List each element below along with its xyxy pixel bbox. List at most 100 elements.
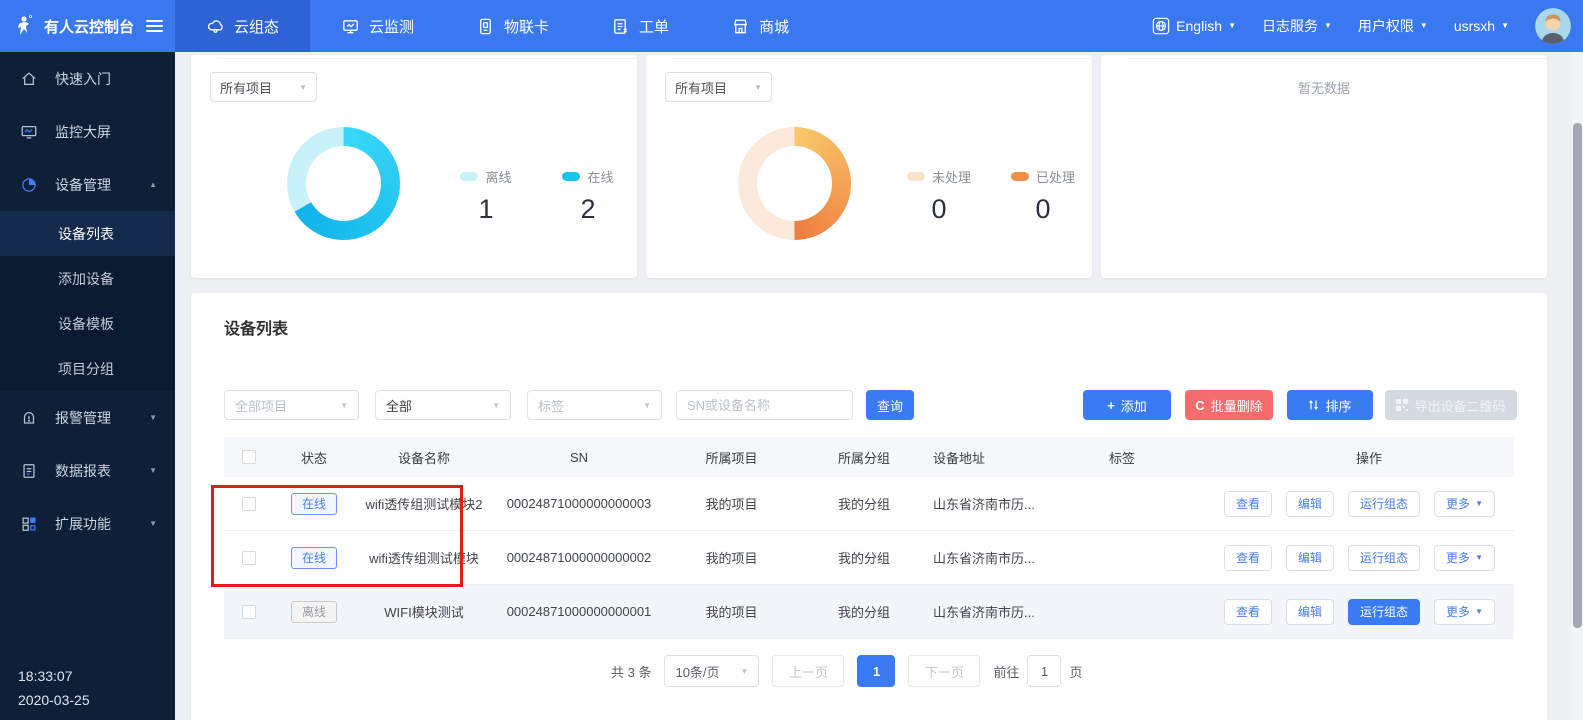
alarm-status-donut-chart [738,127,851,240]
hamburger-menu-icon[interactable] [146,20,163,32]
total-count: 共 3 条 [611,662,651,681]
status-badge: 离线 [291,601,337,623]
header-tag: 标签 [1089,448,1224,467]
sidebar: 快速入门 监控大屏 设备管理 ▲ 设备列表 添加设备 设备模板 [0,52,175,720]
device-sn: 00024871000000000001 [494,604,664,619]
sidebar-item-data-report[interactable]: 数据报表 ▼ [0,444,175,497]
nav-tabs: 云组态 云监测 物联卡 [175,0,820,52]
sim-card-icon [476,17,495,36]
clock-date: 2020-03-25 [18,688,90,712]
row-checkbox[interactable] [242,497,256,511]
chevron-down-icon: ▼ [492,401,500,410]
processed-count: 0 [1035,194,1050,225]
table-row: 在线 wifi透传组测试模块 00024871000000000002 我的项目… [224,531,1514,585]
scrollbar-thumb[interactable] [1573,123,1582,628]
legend-unprocessed: 未处理 0 [894,167,984,225]
alarm-status-card: 所有项目 ▼ 未处理 0 已处理 0 [646,55,1092,278]
avatar[interactable] [1535,8,1571,44]
sidebar-item-device-template[interactable]: 设备模板 [0,301,175,346]
device-table: 状态 设备名称 SN 所属项目 所属分组 设备地址 标签 操作 在线 wifi透… [224,437,1514,639]
row-checkbox[interactable] [242,605,256,619]
device-list-card: 设备列表 全部项目 ▼ 全部 ▼ 标签 ▼ 查询 + 添加 [191,293,1547,720]
add-device-button[interactable]: + 添加 [1083,390,1171,420]
tab-work-order[interactable]: 工单 [580,0,700,52]
project-filter-select[interactable]: 所有项目 ▼ [665,72,772,102]
run-scada-button[interactable]: 运行组态 [1348,545,1420,571]
main-content: 所有项目 ▼ 离线 1 在线 2 所有项目 ▼ [175,52,1583,720]
more-button[interactable]: 更多▼ [1434,545,1495,571]
tab-iot-card[interactable]: 物联卡 [445,0,580,52]
more-button[interactable]: 更多▼ [1434,491,1495,517]
status-badge: 在线 [291,547,337,569]
divider [672,58,1092,59]
language-dropdown[interactable]: English ▼ [1152,17,1236,35]
row-actions: 查看 编辑 运行组态 更多▼ [1224,491,1514,517]
chevron-down-icon: ▼ [754,83,762,92]
username-dropdown[interactable]: usrsxh ▼ [1454,18,1509,34]
chevron-down-icon: ▼ [1475,499,1483,508]
qr-code-icon [1396,399,1408,411]
sidebar-item-project-group[interactable]: 项目分组 [0,346,175,391]
header-address: 设备地址 [929,448,1089,467]
page-size-select[interactable]: 10条/页 ▼ [664,655,759,687]
sidebar-item-extensions[interactable]: 扩展功能 ▼ [0,497,175,550]
tab-cloud-monitor[interactable]: 云监测 [310,0,445,52]
chevron-down-icon: ▼ [643,401,651,410]
scrollbar-track[interactable] [1572,52,1583,720]
run-scada-button[interactable]: 运行组态 [1348,491,1420,517]
sort-button[interactable]: 排序 [1287,390,1373,420]
tab-mall[interactable]: 商城 [700,0,820,52]
run-scada-button[interactable]: 运行组态 [1348,599,1420,625]
sidebar-item-monitor-screen[interactable]: 监控大屏 [0,105,175,158]
view-button[interactable]: 查看 [1224,599,1272,625]
log-service-dropdown[interactable]: 日志服务 ▼ [1262,16,1332,36]
current-page-button[interactable]: 1 [857,655,895,687]
chevron-down-icon: ▼ [1475,607,1483,616]
project-filter-select[interactable]: 所有项目 ▼ [210,72,317,102]
user-rights-dropdown[interactable]: 用户权限 ▼ [1358,16,1428,36]
status-filter-select[interactable]: 全部 ▼ [375,390,511,420]
chevron-down-icon: ▼ [149,519,157,528]
chevron-down-icon: ▼ [1324,22,1332,30]
navbar-right: English ▼ 日志服务 ▼ 用户权限 ▼ usrsxh ▼ [1152,8,1583,44]
device-name: wifi透传组测试模块2 [354,494,494,513]
chevron-down-icon: ▼ [1228,22,1236,30]
empty-data-card: 暂无数据 [1101,55,1547,278]
next-page-button[interactable]: 下一页 [908,655,980,687]
brand[interactable]: 有人云控制台 [0,13,175,40]
sidebar-item-alarm-management[interactable]: 报警管理 ▼ [0,391,175,444]
chevron-down-icon: ▼ [1420,22,1428,30]
sidebar-item-device-management[interactable]: 设备管理 ▲ [0,158,175,211]
batch-delete-button[interactable]: C 批量删除 [1185,390,1273,420]
view-button[interactable]: 查看 [1224,491,1272,517]
offline-swatch [460,172,478,181]
goto-page-input[interactable] [1027,655,1061,687]
home-icon [20,70,38,88]
pagination: 共 3 条 10条/页 ▼ 上一页 1 下一页 前往 页 [611,655,1083,687]
view-button[interactable]: 查看 [1224,545,1272,571]
device-status-card: 所有项目 ▼ 离线 1 在线 2 [191,55,637,278]
select-all-checkbox[interactable] [242,450,256,464]
chevron-up-icon: ▲ [149,180,157,189]
project-filter-select[interactable]: 全部项目 ▼ [224,390,359,420]
sidebar-clock: 18:33:07 2020-03-25 [18,664,90,712]
processed-swatch [1011,172,1029,181]
device-project: 我的项目 [664,494,799,513]
tag-filter-select[interactable]: 标签 ▼ [527,390,662,420]
query-button[interactable]: 查询 [866,390,914,420]
search-input[interactable] [687,398,842,413]
more-button[interactable]: 更多▼ [1434,599,1495,625]
tab-cloud-scada[interactable]: 云组态 [175,0,310,52]
sidebar-item-add-device[interactable]: 添加设备 [0,256,175,301]
edit-button[interactable]: 编辑 [1286,491,1334,517]
edit-button[interactable]: 编辑 [1286,599,1334,625]
header-group: 所属分组 [799,448,929,467]
sidebar-item-quick-start[interactable]: 快速入门 [0,52,175,105]
prev-page-button[interactable]: 上一页 [772,655,844,687]
device-sn: 00024871000000000003 [494,496,664,511]
row-checkbox[interactable] [242,551,256,565]
no-data-text: 暂无数据 [1101,78,1547,97]
monitor-icon [341,17,360,36]
sidebar-item-device-list[interactable]: 设备列表 [0,211,175,256]
edit-button[interactable]: 编辑 [1286,545,1334,571]
